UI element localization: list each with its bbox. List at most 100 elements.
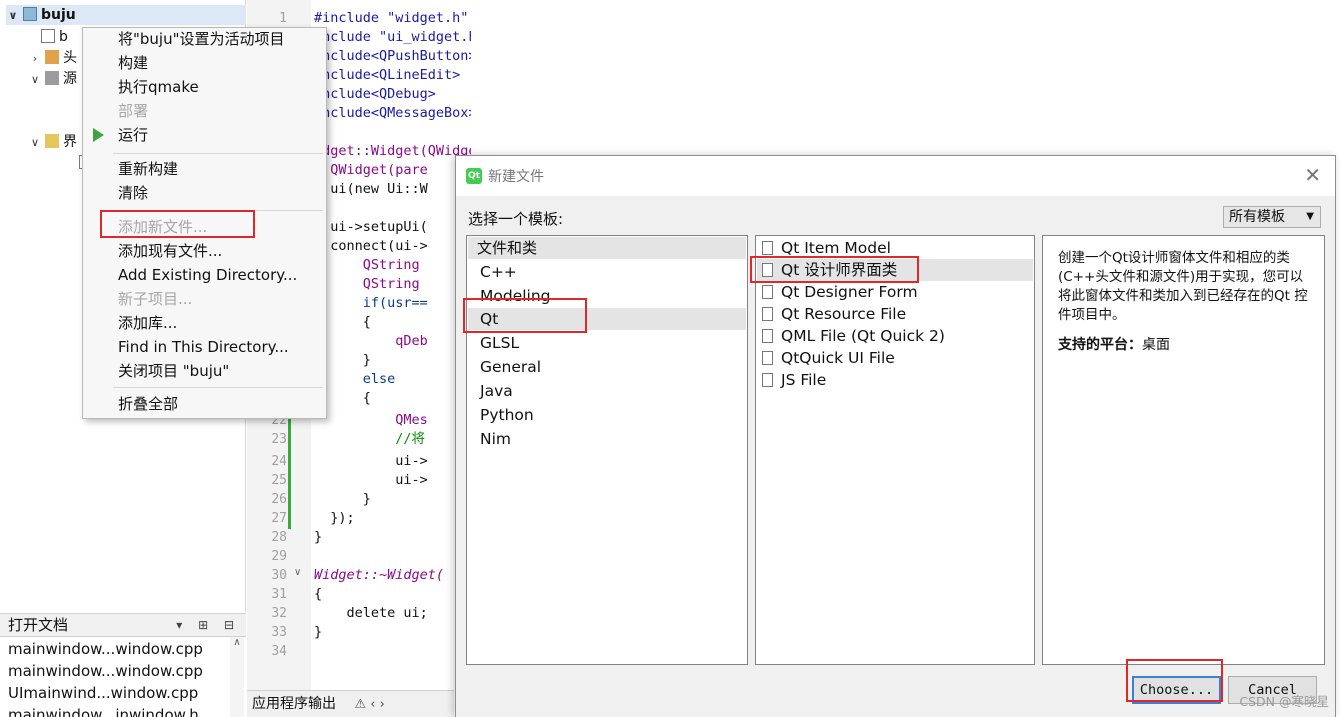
file-icon — [41, 29, 55, 43]
code-line: qDeb — [314, 333, 428, 349]
dropdown-arrow-icon: ▼ — [1306, 211, 1314, 222]
code-line: //将 — [314, 431, 426, 447]
line-number: 33 — [271, 625, 287, 640]
code-line: if(usr== — [314, 295, 428, 311]
header-folder-icon — [45, 50, 59, 64]
new-file-dialog: Qt 新建文件 ✕ 选择一个模板: 所有模板 ▼ 文件和类 C++ Modeli… — [455, 155, 1336, 717]
scrollbar[interactable]: ∧ — [230, 637, 244, 717]
menu-item-rebuild[interactable]: 重新构建 — [118, 158, 178, 180]
open-documents-header: 打开文档 ▾ ⊞ ⊟ — [0, 613, 246, 637]
file-icon — [762, 351, 773, 365]
platform-info: 支持的平台：桌面 — [1058, 334, 1170, 354]
menu-item-build[interactable]: 构建 — [118, 52, 148, 74]
category-item-glsl[interactable]: GLSL — [480, 332, 519, 354]
code-line: ui->setupUi( — [314, 219, 428, 235]
line-number: 31 — [271, 587, 287, 602]
category-item-nim[interactable]: Nim — [480, 428, 511, 450]
tree-item-forms[interactable]: ∨ 界 — [28, 132, 77, 152]
line-number: 24 — [271, 454, 287, 469]
tree-item-pro-file[interactable]: b — [38, 27, 68, 47]
menu-item-run-qmake[interactable]: 执行qmake — [118, 76, 199, 98]
template-list: Qt Item Model Qt 设计师界面类 Qt Designer Form… — [755, 235, 1035, 665]
menu-item-find-in-directory[interactable]: Find in This Directory... — [118, 336, 289, 358]
file-icon — [762, 285, 773, 299]
template-item-qt-designer-form[interactable]: Qt Designer Form — [762, 281, 918, 303]
platform-label: 支持的平台： — [1058, 337, 1142, 353]
menu-item-add-existing-files[interactable]: 添加现有文件... — [118, 240, 222, 262]
code-line: include<QPushButton> — [314, 48, 471, 64]
category-header[interactable]: 文件和类 — [468, 237, 746, 259]
annotation-box — [750, 256, 919, 283]
template-item-label: Qt Designer Form — [781, 283, 918, 301]
list-item[interactable]: mainwindow...window.cpp — [8, 638, 203, 660]
category-item-cpp[interactable]: C++ — [480, 261, 517, 283]
change-marker — [288, 417, 291, 529]
template-filter-select[interactable]: 所有模板 ▼ — [1223, 206, 1321, 228]
tree-item-label: buju — [41, 7, 76, 23]
code-line: include<QLineEdit> — [314, 67, 461, 83]
category-item-java[interactable]: Java — [480, 380, 513, 402]
menu-separator — [113, 387, 323, 388]
tree-item-buju[interactable]: ∨ buju — [6, 5, 246, 25]
project-icon — [23, 7, 37, 21]
menu-item-add-existing-directory[interactable]: Add Existing Directory... — [118, 264, 297, 286]
code-line: include<QDebug> — [314, 86, 436, 102]
code-line: include<QMessageBox> — [314, 105, 471, 121]
fold-chevron-icon[interactable]: ∨ — [294, 567, 301, 578]
tree-item-sources[interactable]: ∨ 源 — [28, 69, 77, 89]
list-item[interactable]: UImainwind...window.cpp — [8, 682, 198, 704]
tree-item-label: b — [59, 29, 68, 45]
template-item-label: QML File (Qt Quick 2) — [781, 327, 945, 345]
code-line: QString — [314, 276, 420, 292]
chevron-down-icon[interactable]: ∨ — [28, 70, 42, 90]
chevron-down-icon[interactable]: ∨ — [6, 6, 20, 26]
code-line: #include "widget.h" — [314, 10, 469, 26]
chevron-down-icon[interactable]: ∨ — [28, 133, 42, 153]
tree-item-headers[interactable]: › 头 — [28, 48, 77, 68]
code-line: Widget::~Widget( — [314, 567, 445, 583]
template-label: 选择一个模板: — [468, 210, 564, 228]
menu-item-set-active-project[interactable]: 将"buju"设置为活动项目 — [118, 28, 285, 50]
code-line: } — [314, 624, 323, 640]
line-number: 23 — [271, 432, 287, 447]
list-item[interactable]: mainwindow...window.cpp — [8, 660, 203, 682]
output-nav-icons[interactable]: ⚠ ‹ › — [354, 697, 384, 712]
code-line: include "ui_widget.h" — [314, 29, 471, 45]
code-line: QWidget(pare — [314, 162, 428, 178]
code-line: delete ui; — [314, 605, 428, 621]
menu-item-run[interactable]: 运行 — [118, 124, 148, 146]
chevron-up-icon[interactable]: ∧ — [233, 637, 240, 648]
run-icon — [93, 128, 104, 142]
template-item-js-file[interactable]: JS File — [762, 369, 826, 391]
annotation-box — [100, 210, 255, 238]
annotation-box — [1126, 659, 1223, 702]
line-number: 27 — [271, 511, 287, 526]
tree-item-label: 源 — [63, 71, 77, 87]
category-item-general[interactable]: General — [480, 356, 541, 378]
menu-item-new-subproject: 新子项目... — [118, 290, 193, 308]
code-line: QMes — [314, 412, 428, 428]
dialog-title: 新建文件 — [488, 169, 544, 185]
category-item-python[interactable]: Python — [480, 404, 534, 426]
template-item-qml-file[interactable]: QML File (Qt Quick 2) — [762, 325, 945, 347]
menu-item-clean[interactable]: 清除 — [118, 182, 148, 204]
panel-controls[interactable]: ▾ ⊞ ⊟ — [176, 614, 240, 636]
chevron-right-icon[interactable]: › — [28, 49, 42, 69]
close-icon[interactable]: ✕ — [1304, 163, 1321, 187]
code-editor[interactable]: #include "widget.h" include "ui_widget.h… — [311, 0, 471, 690]
output-pane-bar: 应用程序输出 ⚠ ‹ › — [247, 690, 454, 717]
source-folder-icon — [45, 71, 59, 85]
template-item-label: Qt Item Model — [781, 239, 891, 257]
template-item-qtquick-ui-file[interactable]: QtQuick UI File — [762, 347, 895, 369]
list-item[interactable]: mainwindow...inwindow.h — [8, 704, 199, 717]
menu-item-close-project[interactable]: 关闭项目 "buju" — [118, 360, 229, 382]
dialog-titlebar: Qt 新建文件 ✕ — [456, 156, 1335, 196]
menu-item-add-library[interactable]: 添加库... — [118, 312, 177, 334]
file-icon — [762, 329, 773, 343]
template-item-qt-resource-file[interactable]: Qt Resource File — [762, 303, 906, 325]
code-line: } — [314, 491, 371, 507]
open-documents-list: mainwindow...window.cpp mainwindow...win… — [0, 637, 246, 717]
output-pane-title[interactable]: 应用程序输出 — [252, 696, 336, 712]
menu-item-collapse-all[interactable]: 折叠全部 — [118, 393, 178, 415]
template-description: 创建一个Qt设计师窗体文件和相应的类(C++头文件和源文件)用于实现，您可以将此… — [1042, 235, 1325, 665]
